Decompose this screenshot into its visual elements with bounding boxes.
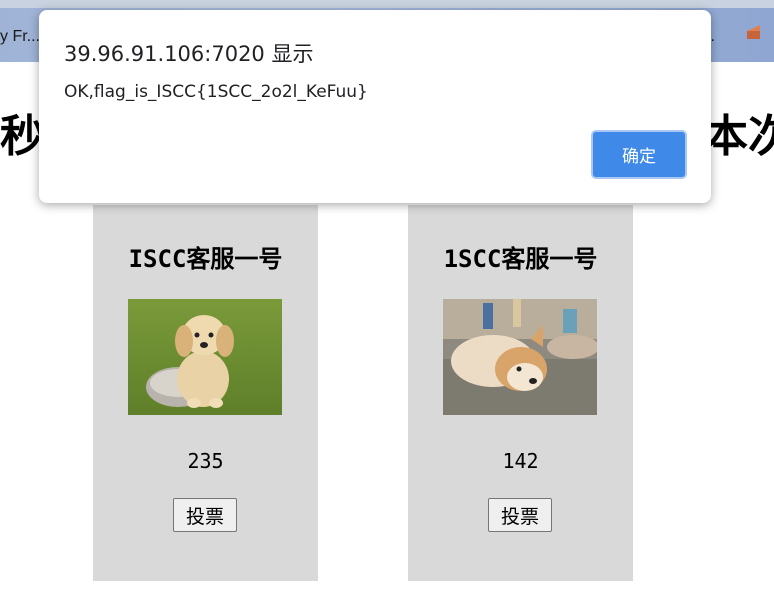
tab-title-left[interactable]: y Fr... bbox=[0, 28, 40, 46]
page-heading-right: 本次 bbox=[704, 111, 774, 162]
candidate-card: 1SCC客服一号 142 投票 bbox=[408, 205, 633, 581]
shiba-photo bbox=[443, 299, 597, 415]
tab-favicon-icon bbox=[747, 25, 760, 39]
vote-count: 142 bbox=[502, 449, 539, 473]
vote-button[interactable]: 投票 bbox=[173, 498, 237, 532]
candidate-card: ISCC客服一号 235 投票 bbox=[93, 205, 318, 581]
alert-dialog: 39.96.91.106:7020 显示 OK,flag_is_ISCC{1SC… bbox=[39, 10, 711, 203]
candidate-name: 1SCC客服一号 bbox=[443, 245, 598, 273]
puppy-photo bbox=[128, 299, 282, 415]
ok-button[interactable]: 确定 bbox=[591, 130, 687, 179]
vote-button[interactable]: 投票 bbox=[488, 498, 552, 532]
dialog-title: 39.96.91.106:7020 显示 bbox=[64, 42, 314, 66]
dialog-message: OK,flag_is_ISCC{1SCC_2o2l_KeFuu} bbox=[64, 82, 368, 102]
page-heading-left: 秒 bbox=[0, 111, 44, 162]
candidate-name: ISCC客服一号 bbox=[128, 245, 283, 273]
vote-count: 235 bbox=[187, 449, 224, 473]
